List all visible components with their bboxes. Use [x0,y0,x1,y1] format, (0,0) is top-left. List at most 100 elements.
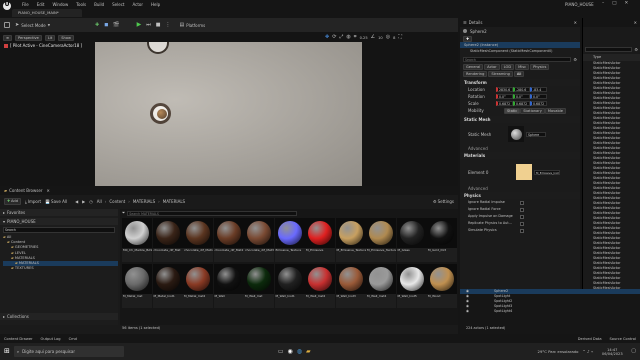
save-icon[interactable] [4,22,10,28]
history-icon[interactable]: ◷ [89,199,93,204]
play-icon[interactable]: ▶ [137,22,142,28]
camera-speed-icon[interactable]: ◎ [386,35,390,40]
add-actor-icon[interactable]: ✚ [95,22,99,28]
asset-tile[interactable]: M_Metal_Inst [122,264,152,308]
location-x[interactable]: 2830.6 [496,87,513,92]
angle-icon[interactable]: ∠ [371,35,375,40]
element-value[interactable]: M_Emissive_Inst [534,169,560,175]
menu-help[interactable]: Help [151,2,160,7]
import-button[interactable]: ⤓ Import [25,199,41,204]
tab-close-icon[interactable]: ✕ [574,20,577,25]
menu-edit[interactable]: Edit [37,2,45,7]
menu-window[interactable]: Window [52,2,68,7]
explorer-icon[interactable]: ▰ [306,348,311,355]
asset-tile[interactable]: M_Wall_Inst2 [305,264,335,308]
material-thumbnail[interactable] [516,164,532,180]
scale-x[interactable]: 0.6872 [496,101,513,106]
transform-icon[interactable]: ✥ [325,35,329,40]
filter-misc[interactable]: Misc [515,64,530,70]
folder-tree-item[interactable]: ▰ TEXTURES [3,266,118,271]
asset-search-input[interactable]: Search MATERIALS [127,210,298,216]
world-icon[interactable]: ◍ [346,35,350,40]
breadcrumb-materials-sub[interactable]: MATERIALS [163,199,185,204]
asset-tile[interactable]: M_Wall_Inst4 [366,264,396,308]
save-all-button[interactable]: 💾 Save All [45,199,67,204]
rotation-x[interactable]: 0.0° [496,94,513,99]
asset-tile[interactable]: M_Wall_Inst1 [274,264,305,308]
filter-rendering[interactable]: Rendering [463,71,488,77]
breadcrumb-all[interactable]: All [97,199,102,204]
location-z[interactable]: -83.4 [530,87,547,92]
add-button[interactable]: ✚ Add [4,198,21,205]
snap-value[interactable]: 0.25 [360,36,368,40]
transform-section[interactable]: Transform [460,79,580,86]
angle-value[interactable]: 10 [378,36,383,40]
weather[interactable]: 29°C Parc ensolarado [538,349,579,354]
unreal-logo-icon[interactable]: U [3,2,11,10]
task-view-icon[interactable]: ▭ [278,348,284,355]
asset-tile[interactable]: M_Metal_Inst1 [152,264,183,308]
asset-tile[interactable]: chocolate_dif_Mat2 [213,218,244,262]
close-icon[interactable]: ✕ [625,1,629,6]
stop-icon[interactable]: ■ [156,22,161,28]
windows-start-icon[interactable]: ⊞ [4,348,10,355]
viewport-menu-button[interactable]: ≡ [3,34,13,41]
favorites-header[interactable]: ▸ Favorites [0,209,118,216]
physics-checkbox[interactable] [520,200,524,205]
menu-actor[interactable]: Actor [132,2,143,7]
filter-physics[interactable]: Physics [530,64,550,70]
asset-tile[interactable]: M_Wall [213,264,244,308]
details-tab[interactable]: Details [469,20,483,25]
back-icon[interactable]: ◀ [75,199,78,204]
asset-tile[interactable]: M_Metal_Inst2 [183,264,213,308]
scale-y[interactable]: 0.6872 [513,101,530,106]
scale-z[interactable]: 0.6872 [530,101,547,106]
visibility-icon[interactable]: ◉ [466,309,494,314]
project-header[interactable]: ▾ PIANO_HOUSE [0,218,118,225]
advanced-row-2[interactable]: Advanced [460,185,580,192]
asset-tile[interactable]: Emissive_Texture [274,218,305,262]
rotation-y[interactable]: 0.0° [513,94,530,99]
filter-streaming[interactable]: Streaming [488,71,513,77]
collections-header[interactable]: ▸ Collections [0,313,118,320]
mobility-static[interactable]: Static [504,107,521,114]
menu-build[interactable]: Build [94,2,104,7]
step-icon[interactable]: ⏭ [146,22,151,28]
blueprint-icon[interactable]: ◼ [104,22,108,28]
filter-all[interactable]: All [513,71,525,77]
platforms-button[interactable]: ▤ Platforms [180,22,206,28]
breadcrumb-materials[interactable]: MATERIALS [133,199,155,204]
component-row[interactable]: StaticMeshComponent (StaticMeshComponent… [460,48,580,55]
content-browser-tab[interactable]: Content Browser [9,188,42,193]
asset-tile[interactable]: chocolate_dif_Mat [152,218,183,262]
asset-tile[interactable]: M_Wall_Inst [244,264,274,308]
breadcrumb-content[interactable]: Content [109,199,125,204]
fov-value[interactable]: 8 [393,36,395,40]
filter-actor[interactable]: Actor [484,64,500,70]
physics-checkbox[interactable] [520,221,524,226]
asset-tile[interactable]: chocolate_dif_Mat3 [244,218,274,262]
perspective-button[interactable]: Perspective [15,34,42,41]
actor-name[interactable]: Sphere2 [470,29,487,34]
tray-icons[interactable]: ⌃ ♪ ⌁ [582,349,593,354]
options-icon[interactable]: ⋮ [166,22,171,28]
snap-icon[interactable]: ⌗ [354,35,357,40]
advanced-row[interactable]: Advanced [460,145,580,152]
physics-checkbox[interactable] [520,214,524,219]
forward-icon[interactable]: ▶ [82,199,85,204]
tree-search-input[interactable]: Search [3,227,115,233]
select-mode-button[interactable]: ➤ Select Mode ▼ [15,22,50,28]
filter-icon[interactable]: ⏷ [122,211,125,215]
sequencer-icon[interactable]: 🎬 [113,22,119,28]
maximize-viewport-icon[interactable]: ⛶ [398,35,402,40]
clock[interactable]: 14:47 06/04/2023 [597,348,627,356]
physics-checkbox[interactable] [520,228,524,233]
physics-checkbox[interactable] [520,207,524,212]
maximize-icon[interactable]: □ [612,1,616,6]
unreal-taskbar-icon[interactable]: ◉ [288,348,293,355]
menu-select[interactable]: Select [112,2,124,7]
source-control-button[interactable]: Source Control [610,337,636,341]
derived-data-button[interactable]: Derived Data [578,337,602,341]
add-component-button[interactable]: ✚ [463,35,473,42]
tab-close-icon[interactable]: ✕ [634,20,637,25]
